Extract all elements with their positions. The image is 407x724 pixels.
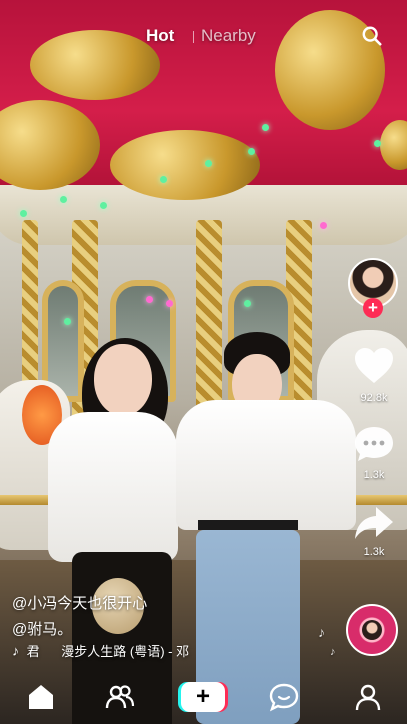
shares-count: 1.3k xyxy=(363,546,385,558)
comments-count: 1.3k xyxy=(363,469,385,481)
music-note-icon: ♪ xyxy=(12,642,19,659)
light-bulb xyxy=(244,300,251,307)
inbox-icon[interactable] xyxy=(268,681,300,713)
music-ticker[interactable]: ♪ 君 漫步人生路 (粤语) - 邓 xyxy=(12,641,189,660)
search-icon[interactable] xyxy=(361,25,383,47)
video-player[interactable] xyxy=(0,0,407,724)
home-icon[interactable] xyxy=(25,681,57,713)
tab-hot[interactable]: Hot xyxy=(146,26,174,46)
gold-ornament xyxy=(110,130,260,200)
light-bulb xyxy=(262,124,269,131)
light-bulb xyxy=(146,296,153,303)
mention-text[interactable]: @驸马。 xyxy=(12,618,72,639)
author-handle[interactable]: @小冯今天也很开心 xyxy=(12,592,147,613)
friends-icon[interactable] xyxy=(104,681,136,713)
heart-icon[interactable] xyxy=(352,346,396,386)
top-nav: Hot Nearby xyxy=(0,24,407,50)
light-bulb xyxy=(320,222,327,229)
tab-divider xyxy=(193,31,194,43)
profile-icon[interactable] xyxy=(352,681,384,713)
light-bulb xyxy=(205,160,212,167)
plus-icon: + xyxy=(181,682,225,712)
create-button[interactable]: + xyxy=(178,682,228,712)
music-note-icon: ♪ xyxy=(318,624,325,640)
light-bulb xyxy=(374,140,381,147)
music-disc-icon[interactable] xyxy=(346,604,398,656)
share-arrow-icon[interactable] xyxy=(352,504,396,542)
music-artist: 君 xyxy=(26,644,40,659)
light-bulb xyxy=(160,176,167,183)
music-disc-cover xyxy=(362,620,382,640)
music-title: 漫步人生路 (粤语) - 邓 xyxy=(61,644,190,659)
bottom-nav: + xyxy=(0,670,407,724)
light-bulb xyxy=(64,318,71,325)
music-note-icon: ♪ xyxy=(330,646,336,658)
tab-nearby[interactable]: Nearby xyxy=(201,26,256,46)
light-bulb xyxy=(60,196,67,203)
light-bulb xyxy=(20,210,27,217)
light-bulb xyxy=(100,202,107,209)
follow-button[interactable]: + xyxy=(363,298,383,318)
likes-count: 92.8k xyxy=(360,392,388,404)
tiktok-feed-screen: Hot Nearby + 92.8k 1.3k 1.3k ♪ ♪ @小冯今天也很… xyxy=(0,0,407,724)
light-bulb xyxy=(166,300,173,307)
light-bulb xyxy=(248,148,255,155)
comment-bubble-icon[interactable] xyxy=(352,424,396,464)
creator-avatar-group: + xyxy=(348,258,398,318)
